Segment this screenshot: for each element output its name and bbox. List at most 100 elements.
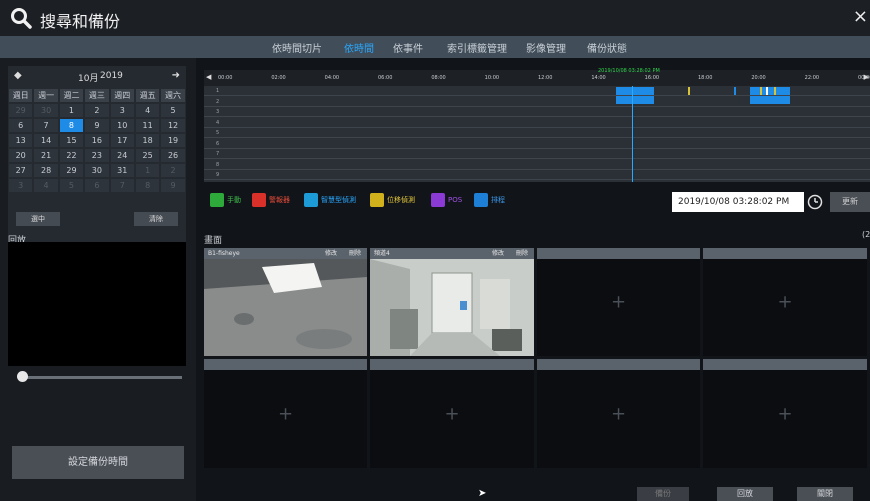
empty-pane[interactable]: +: [537, 248, 700, 356]
calendar-day[interactable]: 1: [135, 164, 160, 177]
calendar-day[interactable]: 1: [59, 104, 84, 117]
datetime-field[interactable]: 2019/10/08 03:28:02 PM: [672, 192, 804, 212]
calendar-day[interactable]: 23: [85, 149, 109, 162]
tab-by-event[interactable]: 依事件: [393, 40, 423, 55]
calendar-day[interactable]: 3: [110, 104, 134, 117]
legend-item[interactable]: 位移偵測: [370, 192, 415, 208]
pane-edit-link[interactable]: 修改: [325, 248, 337, 259]
calendar-day[interactable]: 29: [9, 104, 33, 117]
add-channel-icon[interactable]: +: [611, 403, 626, 424]
tab-image-management[interactable]: 影像管理: [526, 40, 566, 55]
legend-item[interactable]: POS: [431, 192, 462, 208]
calendar-day[interactable]: 20: [9, 149, 33, 162]
empty-pane[interactable]: +: [204, 359, 367, 468]
timeline-track[interactable]: 8: [204, 161, 870, 170]
pane-edit-link[interactable]: 修改: [492, 248, 504, 259]
pane-delete-link[interactable]: 刪除: [516, 248, 528, 259]
clear-button[interactable]: 清除: [134, 212, 178, 226]
legend-item[interactable]: 排程: [474, 192, 505, 208]
tab-bar: 依時間切片 依時間 依事件 索引標籤管理 影像管理 備份狀態: [0, 36, 870, 58]
title-bar: 搜尋和備份 ×: [0, 0, 870, 36]
calendar-day[interactable]: 14: [34, 134, 58, 147]
add-channel-icon[interactable]: +: [777, 292, 792, 313]
recording-segment: [766, 87, 768, 95]
track-number: 9: [216, 172, 220, 178]
timeline-track[interactable]: 7: [204, 150, 870, 159]
calendar-day[interactable]: 6: [9, 119, 33, 132]
calendar-day[interactable]: 7: [110, 179, 134, 192]
pane-delete-link[interactable]: 刪除: [349, 248, 361, 259]
calendar-day[interactable]: 9: [85, 119, 109, 132]
calendar-day[interactable]: 28: [34, 164, 58, 177]
calendar-day[interactable]: 8: [135, 179, 160, 192]
calendar-day[interactable]: 25: [135, 149, 160, 162]
close-button[interactable]: 關閉: [797, 487, 853, 501]
timeline-left-arrow-icon[interactable]: ◀: [206, 73, 211, 81]
prev-month-icon[interactable]: ◆: [14, 70, 22, 81]
legend-item[interactable]: 警報器: [252, 192, 290, 208]
timeline-track[interactable]: 4: [204, 119, 870, 128]
legend-item[interactable]: 智慧型偵測: [304, 192, 356, 208]
tab-tag-management[interactable]: 索引標籤管理: [447, 40, 507, 55]
calendar-day[interactable]: 26: [161, 149, 185, 162]
add-channel-icon[interactable]: +: [278, 403, 293, 424]
calendar-day[interactable]: 5: [161, 104, 185, 117]
calendar-day[interactable]: 5: [59, 179, 84, 192]
calendar-day[interactable]: 22: [59, 149, 84, 162]
tab-backup-status[interactable]: 備份狀態: [587, 40, 627, 55]
refresh-button[interactable]: 更新: [830, 192, 870, 212]
add-channel-icon[interactable]: +: [444, 403, 459, 424]
calendar-day[interactable]: 7: [34, 119, 58, 132]
next-month-icon[interactable]: ➜: [172, 70, 180, 81]
tab-by-time[interactable]: 依時間: [344, 40, 374, 55]
timeline-track[interactable]: 3: [204, 108, 870, 117]
calendar-day[interactable]: 30: [85, 164, 109, 177]
calendar-day[interactable]: 21: [34, 149, 58, 162]
calendar-day[interactable]: 3: [9, 179, 33, 192]
volume-slider-track[interactable]: [22, 376, 182, 379]
calendar-day[interactable]: 27: [9, 164, 33, 177]
video-pane[interactable]: B1-fisheye 修改 刪除: [204, 248, 367, 356]
empty-pane[interactable]: +: [703, 359, 867, 468]
close-icon[interactable]: ×: [853, 6, 868, 27]
calendar-day[interactable]: 10: [110, 119, 134, 132]
empty-pane[interactable]: +: [537, 359, 700, 468]
calendar-day[interactable]: 17: [110, 134, 134, 147]
add-channel-icon[interactable]: +: [777, 403, 792, 424]
calendar-day[interactable]: 18: [135, 134, 160, 147]
calendar-day[interactable]: 2: [161, 164, 185, 177]
backup-button[interactable]: 備份: [637, 487, 689, 501]
playback-button[interactable]: 回放: [717, 487, 773, 501]
calendar-day[interactable]: 19: [161, 134, 185, 147]
timeline-track[interactable]: 9: [204, 171, 870, 180]
video-pane[interactable]: 頻道4 修改 刪除: [370, 248, 534, 356]
legend-item[interactable]: 手動: [210, 192, 241, 208]
select-all-button[interactable]: 選中: [16, 212, 60, 226]
calendar-day[interactable]: 12: [161, 119, 185, 132]
volume-slider-handle[interactable]: [17, 371, 28, 382]
calendar-day[interactable]: 8: [59, 119, 84, 132]
tab-time-slice[interactable]: 依時間切片: [272, 40, 322, 55]
calendar-day[interactable]: 4: [135, 104, 160, 117]
timeline-track[interactable]: 6: [204, 140, 870, 149]
calendar-day[interactable]: 2: [85, 104, 109, 117]
timeline-track[interactable]: 5: [204, 129, 870, 138]
calendar-day[interactable]: 4: [34, 179, 58, 192]
calendar-day[interactable]: 16: [85, 134, 109, 147]
empty-pane[interactable]: +: [703, 248, 867, 356]
calendar-day[interactable]: 9: [161, 179, 185, 192]
empty-pane[interactable]: +: [370, 359, 534, 468]
calendar-day[interactable]: 24: [110, 149, 134, 162]
set-backup-time-button[interactable]: 設定備份時間: [12, 446, 184, 479]
calendar-day[interactable]: 6: [85, 179, 109, 192]
clock-icon[interactable]: [807, 194, 823, 210]
add-channel-icon[interactable]: +: [611, 292, 626, 313]
timeline-cursor[interactable]: [632, 86, 633, 182]
timeline[interactable]: ◀ ▶ 00:00 02:00 04:00 06:00 08:00 10:00 12:00 1…: [204, 68, 870, 182]
calendar-day[interactable]: 30: [34, 104, 58, 117]
calendar-day[interactable]: 13: [9, 134, 33, 147]
calendar-day[interactable]: 15: [59, 134, 84, 147]
calendar-day[interactable]: 31: [110, 164, 134, 177]
calendar-day[interactable]: 29: [59, 164, 84, 177]
calendar-day[interactable]: 11: [135, 119, 160, 132]
